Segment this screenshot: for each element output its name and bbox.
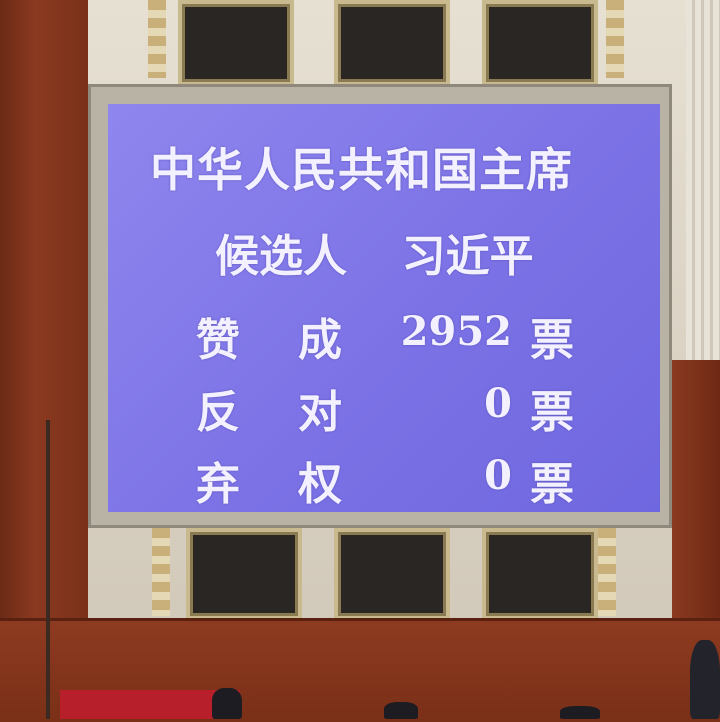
vote-count-approve: 2952 — [400, 308, 512, 355]
vote-unit-against: 票 — [530, 387, 574, 438]
microphone-stand — [46, 420, 50, 719]
candidate-role: 候选人 — [215, 231, 347, 282]
candidate-name: 习近平 — [401, 231, 534, 282]
audience-person — [212, 688, 242, 719]
vote-label-approve-1: 赞 — [196, 315, 240, 366]
wall-panel-bottom-2 — [334, 528, 450, 620]
vote-count-abstain: 0 — [484, 452, 512, 499]
audience-person — [384, 702, 418, 719]
vote-label-abstain-2: 权 — [298, 459, 342, 510]
vote-label-against-2: 对 — [298, 387, 342, 438]
wall-panel-top-1 — [178, 0, 294, 86]
vote-count-against: 0 — [484, 380, 512, 427]
wood-paneling-left — [0, 0, 88, 719]
wall-panel-top-2 — [334, 0, 450, 86]
wall-panel-top-3 — [482, 0, 598, 86]
wall-panel-bottom-3 — [482, 528, 598, 620]
candidate-line: 候选人 习近平 — [215, 220, 534, 284]
ornament-top-right — [606, 0, 624, 78]
ornament-top-left — [148, 0, 166, 78]
wall-panel-bottom-1 — [186, 528, 302, 620]
audience-person — [560, 706, 600, 719]
vote-label-against-1: 反 — [196, 387, 240, 438]
ornament-bottom-right — [598, 528, 616, 616]
column-right — [686, 0, 720, 360]
ornament-bottom-left — [152, 528, 170, 616]
vote-label-approve-2: 成 — [298, 315, 342, 366]
screen-title: 中华人民共和国主席 — [150, 143, 573, 197]
vote-unit-abstain: 票 — [530, 459, 574, 510]
standing-person — [690, 640, 720, 719]
vote-unit-approve: 票 — [530, 315, 574, 366]
vote-label-abstain-1: 弃 — [196, 459, 240, 510]
